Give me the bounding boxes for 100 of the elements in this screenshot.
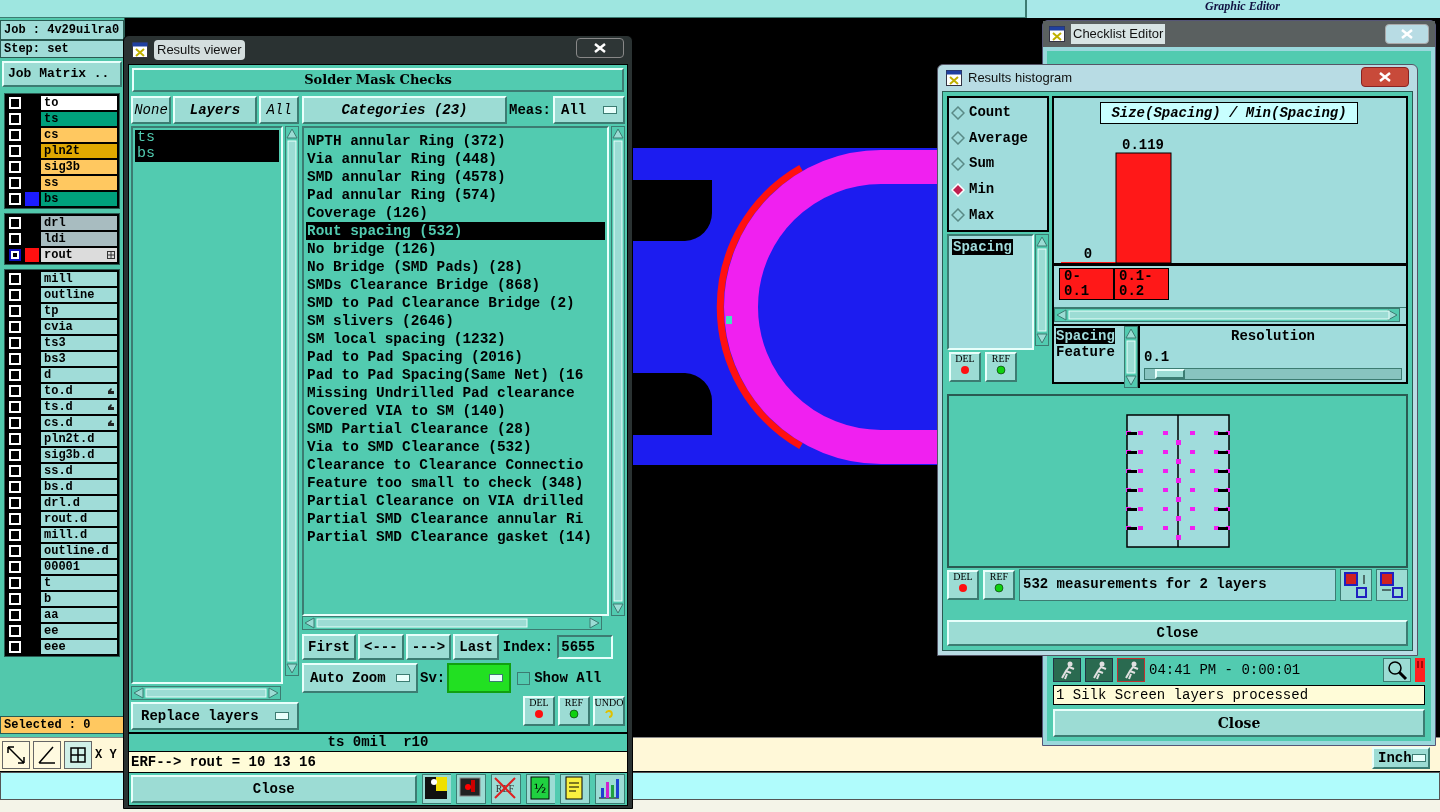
list-item[interactable]: Rout spacing (532) [306,222,605,240]
scrollbar[interactable] [285,126,299,676]
list-item[interactable]: Via to SMD Clearance (532) [306,438,605,456]
scrollbar[interactable] [1035,234,1049,346]
ref-button[interactable]: REF [985,352,1017,382]
list-item[interactable]: Partial Clearance on VIA drilled [306,492,605,510]
layer-item[interactable]: outline [41,288,117,302]
ref-button[interactable]: REF [983,570,1015,600]
person-icon[interactable] [421,774,452,804]
layer-item[interactable]: eee [41,640,117,654]
list-item[interactable]: Spacing [1056,328,1115,344]
undo-button[interactable]: UNDO [593,696,625,726]
layer-item[interactable]: drl.d [41,496,117,510]
scrollbar[interactable] [1054,308,1400,322]
list-item[interactable]: Pad annular Ring (574) [306,186,605,204]
layer-item[interactable]: t [41,576,117,590]
list-item[interactable]: Pad to Pad Spacing (2016) [306,348,605,366]
layer-item[interactable]: ee [41,624,117,638]
list-item[interactable]: Partial SMD Clearance gasket (14) [306,528,605,546]
layer-item[interactable]: bs3 [41,352,117,366]
list-item[interactable]: bs [135,146,279,162]
list-item[interactable]: NPTH annular Ring (372) [306,132,605,150]
select-button[interactable]: None [131,96,171,124]
import-icon[interactable] [1376,569,1408,601]
layer-item[interactable]: mill.d [41,528,117,542]
layer-item[interactable]: rout [41,248,117,262]
layer-item[interactable]: to.d [41,384,117,398]
layer-item[interactable]: pln2t [41,144,117,158]
list-item[interactable]: Feature [1056,344,1115,360]
list-item[interactable]: No Bridge (SMD Pads) (28) [306,258,605,276]
bar-chart-icon[interactable] [595,774,625,804]
grid-icon[interactable] [64,740,92,769]
nav-button[interactable]: ---> [405,634,452,660]
zoom-icon[interactable] [1383,658,1411,682]
scrollbar[interactable] [302,616,602,630]
del-button[interactable]: DEL [949,352,981,382]
nav-button[interactable]: <--- [358,634,404,660]
layer-item[interactable]: bs.d [41,480,117,494]
layer-mode-dropdown[interactable]: Replace layers [131,702,299,730]
ref-button[interactable]: REF [558,696,590,726]
layer-item[interactable]: ts3 [41,336,117,350]
list-item[interactable]: Spacing [952,239,1013,255]
layer-item[interactable]: sig3b.d [41,448,117,462]
nav-button[interactable]: Last [453,634,499,660]
running-figure-icon[interactable] [1053,658,1081,682]
layer-item[interactable]: ts [41,112,117,126]
index-field[interactable]: 5655 [557,635,614,659]
list-item[interactable]: No bridge (126) [306,240,605,258]
layer-item[interactable]: ts.d [41,400,117,414]
sv-dropdown[interactable] [447,663,512,693]
radio-option[interactable]: Sum [951,153,1045,175]
list-item[interactable]: Clearance to Clearance Connectio [306,456,605,474]
close-button[interactable]: Close [1053,709,1425,737]
show-all-checkbox[interactable]: Show All [517,667,602,689]
radio-option[interactable]: Min [951,179,1045,201]
radio-option[interactable]: Average [951,127,1045,149]
close-button[interactable]: Close [131,775,417,803]
layer-item[interactable]: ldi [41,232,117,246]
close-button[interactable] [1361,67,1409,87]
layer-item[interactable]: cs [41,128,117,142]
list-item[interactable]: Coverage (126) [306,204,605,222]
list-item[interactable]: Pad to Pad Spacing(Same Net) (16 [306,366,605,384]
list-item[interactable]: Partial SMD Clearance annular Ri [306,510,605,528]
layers-button[interactable]: Layers [173,96,257,124]
list-item[interactable]: SMD to Pad Clearance Bridge (2) [306,294,605,312]
list-item[interactable]: SM slivers (2646) [306,312,605,330]
list-item[interactable]: Covered VIA to SM (140) [306,402,605,420]
del-button[interactable]: DEL [523,696,555,726]
list-item[interactable]: Feature too small to check (348) [306,474,605,492]
layer-item[interactable]: bs [41,192,117,206]
layer-item[interactable]: 00001 [41,560,117,574]
scrollbar[interactable] [611,126,625,616]
layer-item[interactable]: rout.d [41,512,117,526]
layer-item[interactable]: pln2t.d [41,432,117,446]
slider-thumb[interactable] [1155,369,1186,379]
layer-item[interactable]: cs.d [41,416,117,430]
monitor-icon[interactable] [456,774,486,804]
meas-dropdown[interactable]: All [553,96,625,124]
select-button[interactable]: All [259,96,299,124]
nav-button[interactable]: First [302,634,356,660]
half-icon[interactable]: ½ [525,774,556,804]
list-item[interactable]: ts [135,130,279,146]
scrollbar[interactable] [131,686,281,700]
layer-item[interactable]: outline.d [41,544,117,558]
layer-item[interactable]: sig3b [41,160,117,174]
export-icon[interactable] [1340,569,1372,601]
resize-icon[interactable] [2,740,30,769]
layer-item[interactable]: drl [41,216,117,230]
radio-option[interactable]: Count [951,102,1045,124]
list-item[interactable]: SM local spacing (1232) [306,330,605,348]
note-icon[interactable] [560,774,591,804]
layer-item[interactable]: mill [41,272,117,286]
layer-item[interactable]: ss [41,176,117,190]
running-figure-icon[interactable] [1117,658,1145,682]
list-item[interactable]: SMD Partial Clearance (28) [306,420,605,438]
layer-item[interactable]: ss.d [41,464,117,478]
del-button[interactable]: DEL [947,570,979,600]
job-matrix-button[interactable]: Job Matrix .. [2,61,122,87]
checkbox[interactable] [9,249,21,261]
layer-item[interactable]: to [41,96,117,110]
